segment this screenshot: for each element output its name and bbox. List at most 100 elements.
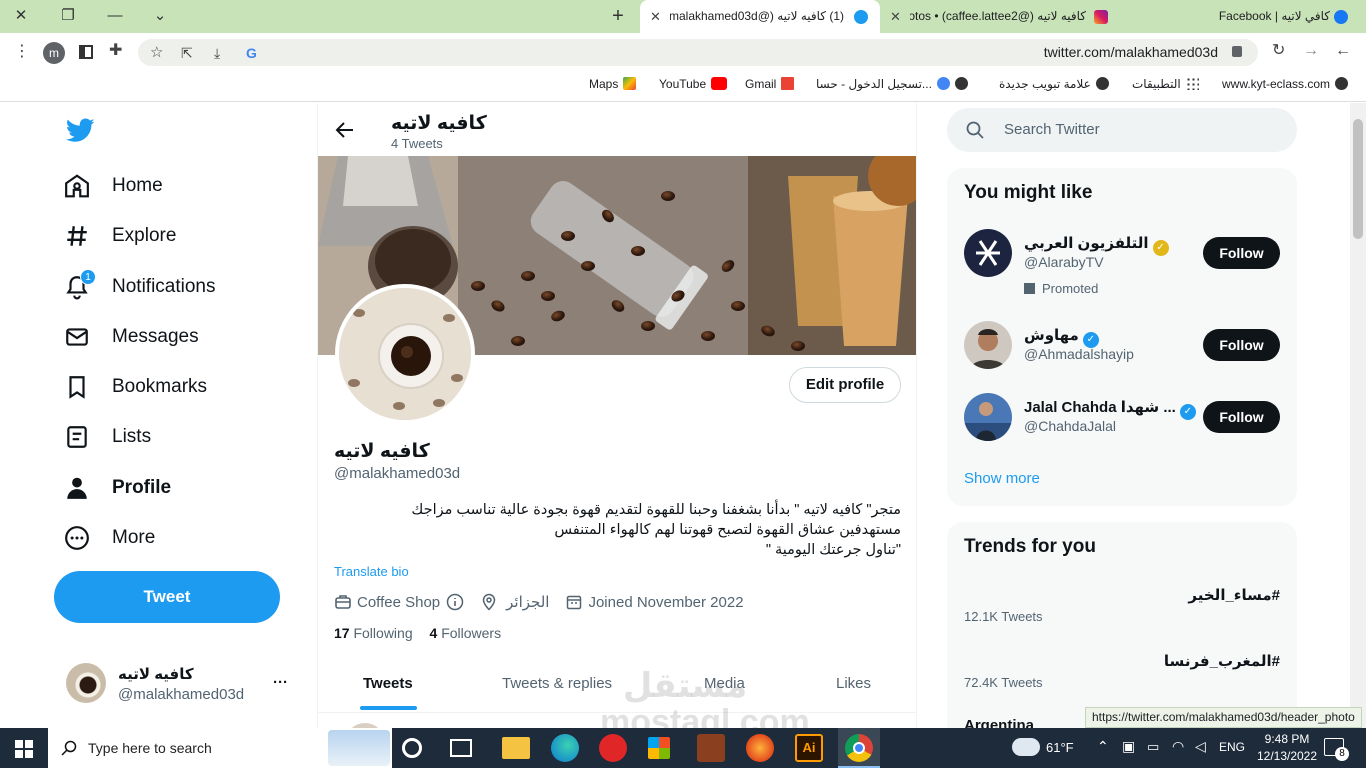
suggestion-name[interactable]: التلفزيون العربي ✓ bbox=[1024, 234, 1169, 256]
bookmark-maps[interactable]: Maps bbox=[589, 77, 637, 91]
scrollbar[interactable] bbox=[1350, 103, 1366, 728]
tab-instagram[interactable]: ✕ كافيه لاتيه (@caffee.lattee2) • Instag… bbox=[882, 0, 1120, 33]
search-input[interactable]: Search Twitter bbox=[1004, 121, 1100, 138]
panel-title: Trends for you bbox=[964, 536, 1096, 557]
bookmark-apps[interactable]: التطبيقات bbox=[1132, 77, 1199, 91]
windows-start-icon[interactable] bbox=[15, 740, 33, 758]
cortana-icon[interactable] bbox=[402, 738, 422, 758]
bookmark-kyt[interactable]: www.kyt-eclass.com bbox=[1222, 77, 1349, 91]
avatar[interactable] bbox=[964, 321, 1012, 369]
tab-search-chevron-icon[interactable]: ⌄ bbox=[149, 5, 171, 27]
forward-icon[interactable]: → bbox=[1303, 41, 1319, 61]
task-view-icon[interactable] bbox=[450, 739, 472, 757]
following-link[interactable]: 17 Following bbox=[334, 625, 413, 641]
tweet-button[interactable]: Tweet bbox=[54, 571, 280, 623]
restore-window-icon[interactable]: ❐ bbox=[57, 5, 79, 27]
notifications-icon[interactable]: 8 bbox=[1324, 738, 1349, 761]
nav-bookmarks[interactable]: Bookmarks bbox=[64, 367, 207, 407]
taskbar-active-app[interactable] bbox=[838, 728, 880, 768]
volume-icon[interactable]: ◁ bbox=[1195, 738, 1206, 755]
edge-icon[interactable] bbox=[551, 734, 579, 762]
nav-profile[interactable]: Profile bbox=[64, 468, 171, 508]
bookmark-login[interactable]: تسجيل الدخول - حسا... bbox=[816, 77, 968, 91]
meet-now-icon[interactable]: ▣ bbox=[1122, 738, 1135, 755]
bookmark-youtube[interactable]: YouTube bbox=[659, 77, 728, 91]
translate-bio-link[interactable]: Translate bio bbox=[334, 564, 409, 579]
lock-icon[interactable] bbox=[1232, 46, 1242, 57]
follow-button[interactable]: Follow bbox=[1203, 237, 1280, 269]
url-text[interactable]: twitter.com/malakhamed03d bbox=[1044, 44, 1218, 60]
avatar[interactable] bbox=[964, 229, 1012, 277]
bookmark-new-tab[interactable]: علامة تبويب جديدة bbox=[999, 77, 1109, 91]
close-window-icon[interactable]: ✕ bbox=[10, 5, 32, 27]
tab-facebook[interactable]: كافي لاتيه | Facebook bbox=[1122, 0, 1366, 33]
suggestion-name[interactable]: Jalal Chahda شهدا ... ✓ bbox=[1024, 398, 1196, 420]
trend-name[interactable]: Argentina bbox=[964, 717, 1034, 728]
followers-link[interactable]: 4 Followers bbox=[430, 625, 502, 641]
illustrator-icon[interactable]: Ai bbox=[795, 734, 823, 762]
account-switcher[interactable]: كافيه لاتيه @malakhamed03d ··· bbox=[54, 650, 304, 714]
file-explorer-icon[interactable] bbox=[502, 737, 530, 759]
follow-button[interactable]: Follow bbox=[1203, 329, 1280, 361]
minimize-window-icon[interactable]: — bbox=[104, 5, 126, 27]
nav-home[interactable]: Home bbox=[64, 166, 163, 206]
chevron-up-icon[interactable]: ⌃ bbox=[1097, 738, 1109, 755]
close-tab-icon[interactable]: ✕ bbox=[650, 0, 661, 33]
close-tab-icon[interactable]: ✕ bbox=[890, 0, 901, 33]
more-dots-icon[interactable]: ··· bbox=[273, 674, 288, 691]
address-bar[interactable]: ☆ ⇱ ⤓ G twitter.com/malakhamed03d bbox=[138, 39, 1258, 66]
firefox-icon[interactable] bbox=[746, 734, 774, 762]
nav-messages[interactable]: Messages bbox=[64, 317, 199, 357]
battery-icon[interactable]: ▭ bbox=[1147, 739, 1159, 755]
side-panel-icon[interactable] bbox=[79, 45, 93, 59]
profile-avatar[interactable]: m bbox=[43, 42, 65, 64]
twitter-logo-icon[interactable] bbox=[66, 118, 95, 143]
avatar[interactable] bbox=[964, 393, 1012, 441]
weather-cloud-icon[interactable] bbox=[1012, 738, 1040, 756]
app-icon[interactable] bbox=[697, 734, 725, 762]
tab-likes[interactable]: Likes bbox=[836, 675, 871, 692]
opera-icon[interactable] bbox=[599, 734, 627, 762]
wifi-icon[interactable]: ◠ bbox=[1172, 738, 1184, 755]
new-tab-icon[interactable]: + bbox=[607, 5, 629, 27]
nav-more[interactable]: More bbox=[64, 518, 155, 558]
show-more-link[interactable]: Show more bbox=[964, 470, 1040, 487]
scrollbar-thumb[interactable] bbox=[1353, 119, 1363, 239]
tab-tweets-replies[interactable]: Tweets & replies bbox=[502, 675, 612, 692]
google-icon: G bbox=[246, 45, 257, 61]
star-bookmark-icon[interactable]: ☆ bbox=[150, 43, 163, 63]
nav-explore[interactable]: Explore bbox=[64, 216, 176, 256]
edit-profile-button[interactable]: Edit profile bbox=[789, 367, 901, 403]
tab-twitter[interactable]: ✕ (1) كافيه لاتيه (@malakhamed03d bbox=[640, 0, 880, 33]
bookmarks-bar: www.kyt-eclass.com التطبيقات علامة تبويب… bbox=[0, 71, 1366, 102]
profile-avatar[interactable] bbox=[335, 284, 475, 424]
clock-date[interactable]: 12/13/2022 bbox=[1252, 749, 1322, 763]
back-arrow-icon[interactable] bbox=[335, 120, 355, 140]
tab-title: كافيه لاتيه (@caffee.lattee2) • Instagra… bbox=[910, 9, 1086, 23]
taskbar-search-box[interactable]: Type here to search bbox=[48, 728, 392, 768]
language-indicator[interactable]: ENG bbox=[1219, 740, 1245, 754]
reload-icon[interactable]: ↻ bbox=[1272, 41, 1285, 61]
bookmark-gmail[interactable]: Gmail bbox=[745, 77, 795, 91]
search-box[interactable]: Search Twitter bbox=[947, 108, 1297, 152]
clock-time[interactable]: 9:48 PM bbox=[1262, 732, 1312, 746]
tab-tweets[interactable]: Tweets bbox=[363, 675, 413, 692]
weather-temperature[interactable]: 61°F bbox=[1046, 740, 1074, 755]
store-icon[interactable] bbox=[648, 737, 670, 759]
suggestion-name[interactable]: مهاوش ✓ bbox=[1024, 326, 1099, 348]
nav-label: Home bbox=[112, 175, 163, 196]
taskbar-search-input[interactable]: Type here to search bbox=[88, 740, 212, 756]
install-icon[interactable]: ⤓ bbox=[214, 43, 220, 63]
trend-name[interactable]: #المغرب_فرنسا bbox=[1164, 652, 1280, 670]
tab-media[interactable]: Media bbox=[704, 675, 745, 692]
menu-kebab-icon[interactable]: ⋮ bbox=[14, 42, 30, 62]
nav-lists[interactable]: Lists bbox=[64, 417, 151, 457]
trend-name[interactable]: #مساء_الخير bbox=[1188, 586, 1280, 604]
follow-button[interactable]: Follow bbox=[1203, 401, 1280, 433]
google-icon bbox=[936, 77, 950, 90]
back-icon[interactable]: ← bbox=[1335, 41, 1351, 61]
share-icon[interactable]: ⇱ bbox=[181, 43, 193, 63]
info-icon[interactable] bbox=[446, 593, 464, 611]
nav-notifications[interactable]: Notifications 1 bbox=[64, 267, 216, 307]
extensions-icon[interactable]: ✚ bbox=[109, 41, 122, 61]
